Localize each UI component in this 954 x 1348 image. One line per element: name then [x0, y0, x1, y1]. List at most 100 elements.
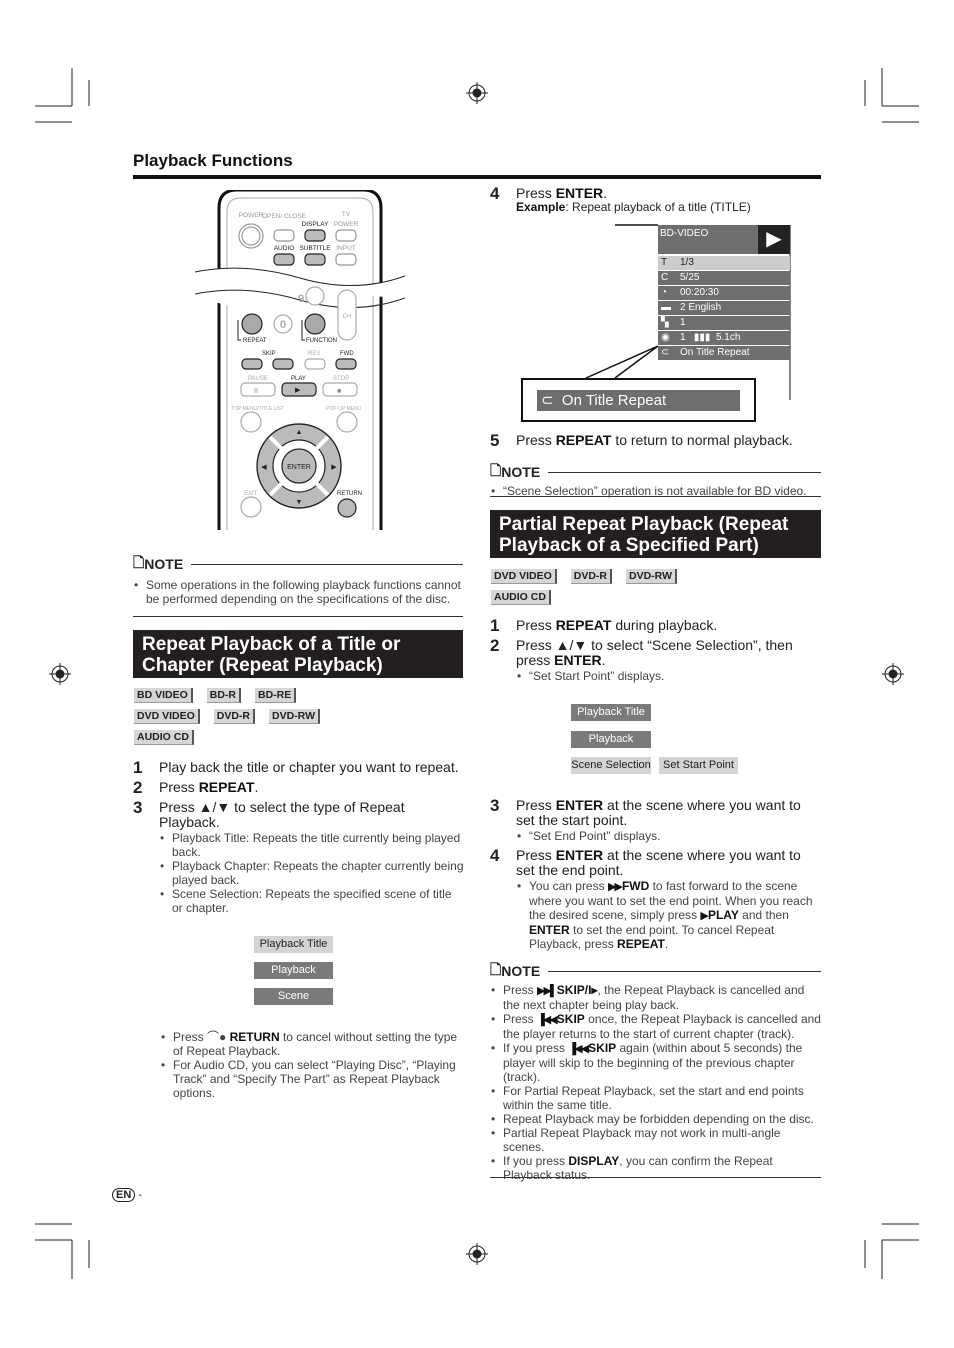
text-segment: Press — [516, 847, 556, 863]
language-badge: EN — [112, 1188, 136, 1202]
play-icon: ▶ — [758, 225, 790, 254]
display-row: C 5/25 — [658, 271, 790, 285]
subtitle-label: SUBTITLE — [299, 245, 331, 252]
tv-power-label: POWER — [334, 221, 359, 228]
note-icon: 🗋 — [490, 462, 502, 478]
bold-text: FWD — [621, 879, 650, 893]
disc-badge: AUDIO CD — [491, 590, 551, 605]
example-text: Example: Repeat playback of a title (TIT… — [516, 200, 820, 214]
bullet-item: Press ⌒● RETURN to cancel without settin… — [160, 1030, 465, 1058]
power-label: POWER — [239, 212, 264, 219]
subtitle-icon: ▬ — [661, 302, 671, 313]
page-dash: - — [138, 1189, 143, 1201]
repeat-notes: Press ⌒● RETURN to cancel without settin… — [160, 1030, 465, 1100]
bold-text: ENTER — [555, 185, 604, 201]
disc-badge: DVD-RW — [269, 709, 320, 724]
step-3: 3 Press ▲/▼ to select the type of Repeat … — [133, 798, 465, 830]
rev-label: REV — [308, 351, 320, 357]
bullet-item: Playback Title: Repeats the title curren… — [159, 831, 465, 859]
bold-text: DISPLAY — [568, 1154, 620, 1168]
step-4: 4 Press ENTER at the scene where you want… — [490, 846, 822, 878]
bullet-item: “Set End Point” displays. — [516, 829, 822, 843]
text-segment: Press — [516, 617, 556, 633]
disc-badges: BD VIDEO BD-R BD-RE DVD VIDEO DVD-R DVD-RW AUD… — [134, 685, 334, 748]
disc-badges: DVD VIDEO DVD-R DVD-RW AUDIO CD — [491, 566, 691, 608]
clock-icon: ◔ — [661, 287, 668, 298]
tv-label: TV — [342, 211, 351, 218]
step-2: 2 Press ▲/▼ to select “Scene Selection”, … — [490, 637, 822, 668]
menu-playback-chapter: Playback Chapter — [571, 731, 651, 762]
note-icon: 🗋 — [490, 961, 502, 977]
display-row: ⊂ On Title Repeat — [658, 346, 790, 360]
repeat-section-heading: Repeat Playback of a Title or Chapter (R… — [133, 630, 463, 678]
divider — [133, 616, 463, 617]
repeat-icon: ⊂ — [661, 347, 670, 358]
text-segment: Playback Title: Repeats the title curren… — [172, 831, 461, 859]
menu-scene-selection: Scene Selection — [571, 757, 651, 774]
step-2: 2 Press REPEAT. — [133, 779, 465, 796]
bold-text: REPEAT — [555, 617, 612, 633]
bullet-item: Repeat Playback may be forbidden dependi… — [490, 1112, 821, 1126]
step-1: 1 Press REPEAT during playback. — [490, 616, 822, 635]
bullet-item: If you press ▐◀◀ SKIP again (within abou… — [490, 1041, 821, 1084]
audio-label: AUDIO — [274, 245, 295, 252]
svg-text:■: ■ — [337, 388, 341, 395]
display-value: 1/3 — [680, 257, 694, 268]
step-1: 1 Play back the title or chapter you want… — [133, 759, 465, 776]
input-label: INPUT — [336, 245, 356, 252]
display-value: 5/25 — [680, 272, 700, 283]
pause-label: PAUSE — [248, 376, 268, 382]
bold-text: Example — [516, 200, 566, 214]
text-segment: . — [603, 185, 608, 201]
button-glyph-icon: ▶▶▌ — [537, 985, 558, 997]
zero-label: 0 — [280, 319, 286, 331]
popup-menu-label: POP-UP MENU — [326, 406, 362, 412]
page-footer: EN - — [112, 1188, 142, 1202]
text-segment: If you press — [503, 1154, 569, 1168]
text-segment: Playback Chapter: Repeats the chapter cu… — [172, 859, 464, 887]
disc-badge: BD-RE — [255, 688, 297, 703]
disc-badge: DVD-R — [213, 709, 256, 724]
text-segment: Partial Repeat Playback may not work in … — [503, 1126, 781, 1154]
text-segment: Press — [503, 983, 538, 997]
svg-text:▲: ▲ — [296, 429, 303, 436]
display-row: ▚ 1 — [658, 316, 790, 330]
bold-text: RETURN — [229, 1030, 280, 1044]
bullet-item: “Set Start Point” displays. — [516, 669, 822, 683]
menu-playback-title: Playback Title — [254, 936, 333, 953]
button-glyph-icon: ▐◀◀ — [568, 1043, 589, 1055]
bullet-item: Press ▶▶▌ SKIP/I▸, the Repeat Playback i… — [490, 983, 821, 1012]
disc-badge: AUDIO CD — [134, 730, 194, 745]
partial-steps: 3 Press ENTER at the scene where you want… — [490, 796, 822, 956]
top-menu-label: TOP MENU/TITLE LIST — [231, 406, 284, 412]
function-label: FUNCTION — [306, 338, 337, 344]
text-segment: For Partial Repeat Playback, set the sta… — [503, 1084, 804, 1112]
step-number: 4 — [490, 846, 500, 865]
svg-text:▼: ▼ — [296, 499, 303, 506]
text-segment: “Set Start Point” displays. — [529, 669, 665, 683]
repeat-label: REPEAT — [243, 338, 267, 344]
step-number: 3 — [490, 796, 500, 815]
callout-box: ⊂ On Title Repeat — [521, 378, 756, 422]
bold-text: ENTER — [529, 923, 570, 937]
bullet-item: Press ▐◀◀ SKIP once, the Repeat Playback… — [490, 1012, 821, 1041]
disc-badge: DVD-R — [570, 569, 613, 584]
note-heading: 🗋 NOTE — [490, 959, 821, 983]
text-segment: and then — [738, 908, 789, 922]
display-row: ◉ 1 ▮▮▮ 5.1ch — [658, 331, 790, 345]
step-number: 3 — [133, 798, 143, 817]
angle-icon: ▚ — [661, 317, 669, 328]
text-segment: If you press — [503, 1041, 569, 1055]
bold-text: REPEAT — [617, 937, 665, 951]
display-value: On Title Repeat — [680, 347, 750, 358]
text-segment: : Repeat playback of a title (TITLE) — [565, 200, 751, 214]
text-segment: Press — [516, 797, 556, 813]
step-number: 1 — [490, 616, 500, 635]
section-title: Playback Functions — [133, 151, 293, 170]
menu-playback-chapter: Playback Chapter — [254, 962, 333, 993]
bold-text: PLAY — [707, 908, 739, 922]
return-label: RETURN — [337, 491, 362, 497]
text-segment: Press — [516, 432, 556, 448]
display-value: 1 ▮▮▮ 5.1ch — [680, 332, 741, 343]
play-label: PLAY — [291, 376, 306, 382]
